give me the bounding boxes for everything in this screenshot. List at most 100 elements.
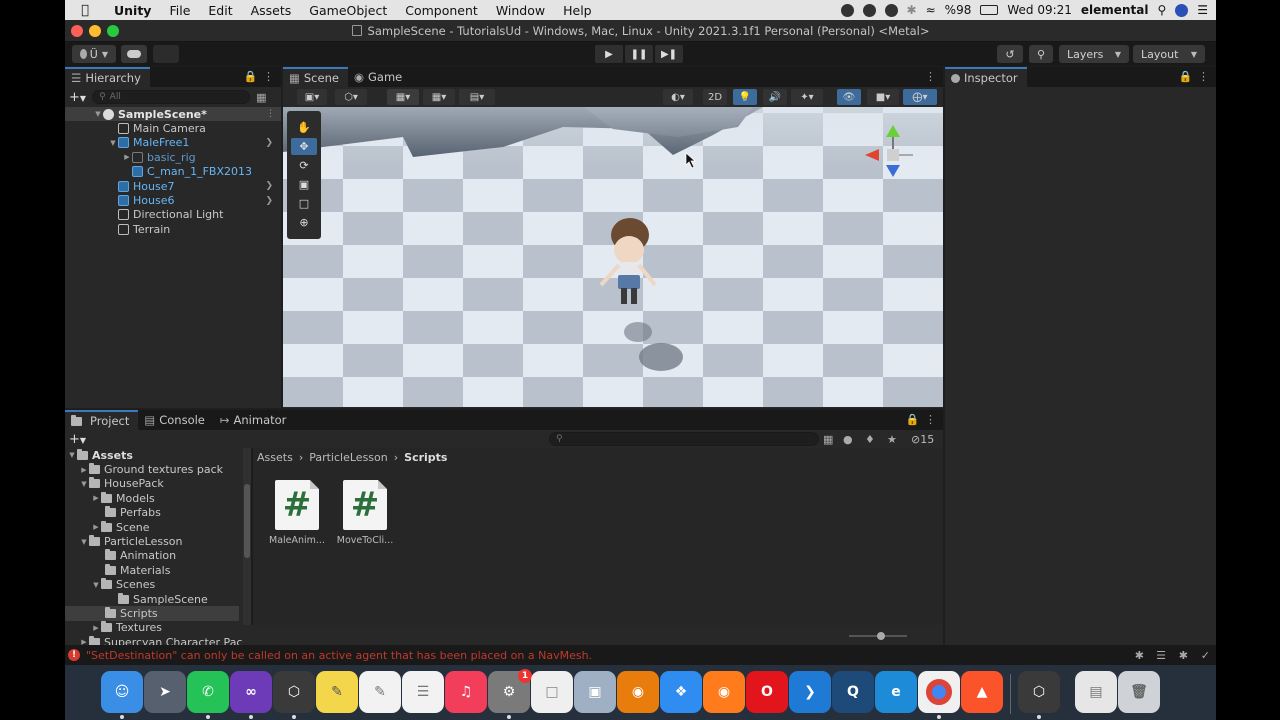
filter-icon[interactable]: ▦ [256, 91, 266, 104]
fold-down-icon[interactable]: ▼ [108, 139, 118, 147]
folder-row-scenes[interactable]: ▼ Scenes [65, 578, 251, 592]
fold-down-icon[interactable]: ▼ [79, 538, 89, 546]
close-window-button[interactable] [71, 25, 83, 37]
menu-component[interactable]: Component [396, 3, 487, 18]
menu-file[interactable]: File [160, 3, 199, 18]
folder-row-animation[interactable]: Animation [65, 549, 251, 563]
blender-icon[interactable]: ◉ [617, 671, 659, 713]
panel-lock-menu[interactable]: 🔒 ⋮ [244, 70, 275, 83]
opera-icon[interactable]: O [746, 671, 788, 713]
fold-right-icon[interactable]: ▶ [122, 153, 132, 161]
spotlight-icon[interactable]: ⚲ [1157, 3, 1166, 17]
notes-icon[interactable]: ✎ [316, 671, 358, 713]
menu-unity[interactable]: Unity [105, 3, 160, 18]
control-center-icon[interactable]: ☰ [1197, 3, 1208, 17]
textedit-icon[interactable]: ✎ [359, 671, 401, 713]
draw-mode-dropdown[interactable]: ▣▾ [297, 89, 327, 105]
folder-row-assets[interactable]: ▼ Assets [65, 448, 251, 462]
hierarchy-row-terrain[interactable]: Terrain [65, 222, 281, 236]
fold-down-icon[interactable]: ▼ [91, 581, 101, 589]
edge-icon[interactable]: e [875, 671, 917, 713]
scene-viewport[interactable]: ✋ ✥ ⟳ ▣ □ ⊕ [283, 107, 943, 407]
check-icon[interactable]: ✓ [1201, 649, 1210, 662]
downloads-stack-icon[interactable]: ▤ [1075, 671, 1117, 713]
unity-hub-icon[interactable]: ⬡ [273, 671, 315, 719]
finder-icon[interactable]: ☺ [101, 671, 143, 719]
folder-row-samplescene[interactable]: SampleScene [65, 592, 251, 606]
folder-row-particlelesson[interactable]: ▼ ParticleLesson [65, 534, 251, 548]
fold-right-icon[interactable]: ▶ [91, 494, 101, 502]
quicktime-icon[interactable]: Q [832, 671, 874, 713]
tab-scene[interactable]: ▦ Scene [283, 67, 348, 87]
breadcrumb-particlelesson[interactable]: ParticleLesson [309, 451, 388, 464]
firefox-icon[interactable]: ◉ [703, 671, 745, 713]
scene-menu-icon[interactable]: ⋮ [266, 109, 275, 119]
hierarchy-row-basic-rig[interactable]: ▶ basic_rig [65, 150, 281, 164]
launchpad-icon[interactable]: ➤ [144, 671, 186, 713]
breadcrumb-assets[interactable]: Assets [257, 451, 293, 464]
effects-dropdown[interactable]: ✦▾ [791, 89, 823, 105]
folder-row-scene[interactable]: ▶ Scene [65, 520, 251, 534]
cache-icon[interactable]: ☰ [1156, 649, 1166, 662]
visual-studio-icon[interactable]: ∞ [230, 671, 272, 719]
hierarchy-row-main-camera[interactable]: Main Camera [65, 121, 281, 135]
fold-right-icon[interactable]: ▶ [91, 523, 101, 531]
reminders-icon[interactable]: ☰ [402, 671, 444, 713]
icon-size-slider[interactable] [849, 632, 907, 640]
document-icon[interactable]: □ [531, 671, 573, 713]
unity-editor-icon[interactable]: ⬡ [1018, 671, 1060, 719]
camera-dropdown[interactable]: ■▾ [867, 89, 899, 105]
fold-right-icon[interactable]: ▶ [91, 624, 101, 632]
ruler-dropdown[interactable]: ▤▾ [459, 89, 495, 105]
folder-row-ground-textures[interactable]: ▶ Ground textures pack [65, 462, 251, 476]
layers-dropdown[interactable]: Layers ▼ [1059, 45, 1129, 63]
menu-assets[interactable]: Assets [242, 3, 301, 18]
music-icon[interactable]: ♫ [445, 671, 487, 713]
folder-row-materials[interactable]: Materials [65, 563, 251, 577]
tab-hierarchy[interactable]: ☰ Hierarchy [65, 67, 150, 87]
layout-dropdown[interactable]: Layout ▼ [1133, 45, 1205, 63]
tab-project[interactable]: Project [65, 410, 139, 430]
breadcrumb-scripts[interactable]: Scripts [404, 451, 447, 464]
gizmos-dropdown[interactable]: ⨁▾ [903, 89, 937, 105]
unity-status-icon[interactable] [862, 3, 876, 17]
minimize-window-button[interactable] [89, 25, 101, 37]
battery-icon[interactable] [980, 5, 999, 15]
fold-right-icon[interactable]: ▶ [79, 466, 89, 474]
render-mode-dropdown[interactable]: ⬡▾ [335, 89, 367, 105]
wifi-icon[interactable]: ≈ [926, 3, 936, 17]
hand-tool-icon[interactable]: ✋ [291, 119, 317, 136]
fold-down-icon[interactable]: ▼ [79, 480, 89, 488]
trash-icon[interactable]: 🗑 [1118, 671, 1160, 713]
menu-help[interactable]: Help [554, 3, 601, 18]
hierarchy-row-scene[interactable]: ▼ SampleScene* ⋮ [65, 107, 281, 122]
account-dropdown[interactable]: Ü ▼ [72, 45, 116, 63]
progress-icon[interactable]: ✱ [1179, 649, 1188, 662]
tab-inspector[interactable]: Inspector [945, 67, 1027, 87]
tab-game[interactable]: ◉ Game [348, 67, 411, 87]
hidden-packages-toggle[interactable]: ⊘15 [911, 433, 934, 446]
grid-snap-dropdown[interactable]: ▦▾ [387, 89, 419, 105]
bluetooth-icon[interactable]: ✱ [907, 3, 917, 17]
rotate-tool-icon[interactable]: ⟳ [291, 157, 317, 174]
status-message[interactable]: "SetDestination" can only be called on a… [86, 649, 592, 662]
hierarchy-row-directional-light[interactable]: Directional Light [65, 208, 281, 222]
project-search-input[interactable]: ⚲ [549, 432, 819, 446]
label-tag-icon[interactable]: ♦ [865, 433, 875, 446]
apple-menu-icon[interactable]:  [65, 3, 105, 18]
search-button[interactable]: ⚲ [1029, 45, 1053, 63]
create-add-button[interactable]: +▼ [69, 90, 86, 105]
vscode-icon[interactable]: ❯ [789, 671, 831, 713]
pause-button[interactable]: ❚❚ [625, 45, 653, 63]
shading-dropdown[interactable]: ◐▾ [663, 89, 693, 105]
folder-row-textures[interactable]: ▶ Textures [65, 621, 251, 635]
snap-increment-dropdown[interactable]: ▦▾ [423, 89, 455, 105]
play-button[interactable]: ▶ [595, 45, 623, 63]
brave-icon[interactable]: ▲ [961, 671, 1003, 713]
hierarchy-row-malefree1[interactable]: ▼ MaleFree1 ❯ [65, 136, 281, 150]
record-icon[interactable] [840, 3, 854, 17]
collab-button[interactable] [153, 45, 179, 63]
asset-script-maleanim[interactable]: # MaleAnim... [267, 480, 327, 546]
clock[interactable]: Wed 09:21 [1007, 3, 1072, 17]
scrollbar-thumb[interactable] [244, 484, 250, 558]
